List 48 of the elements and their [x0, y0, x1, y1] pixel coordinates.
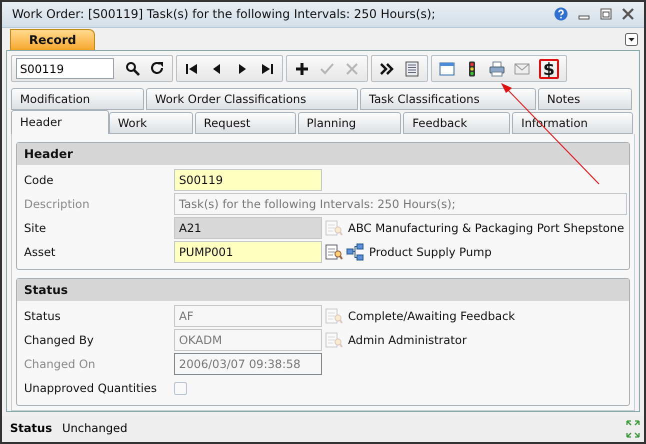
tab[interactable]: Planning: [298, 112, 402, 134]
tab[interactable]: Notes: [538, 88, 632, 110]
status-label: Status: [10, 420, 52, 438]
tab[interactable]: Header: [11, 110, 109, 134]
field-description: Complete/Awaiting Feedback: [348, 308, 516, 324]
section-title: Header: [24, 146, 73, 164]
field-label: Asset: [24, 244, 56, 260]
field-label: Status: [24, 308, 62, 324]
envelope-icon[interactable]: [514, 60, 530, 77]
plus-icon[interactable]: [294, 60, 310, 77]
tab[interactable]: Feedback: [403, 112, 510, 134]
checkbox[interactable]: [174, 382, 187, 395]
field-description: Admin Administrator: [348, 332, 467, 348]
tab[interactable]: Request: [194, 112, 296, 134]
input-field[interactable]: A21: [174, 217, 322, 240]
field-label: Unapproved Quantities: [24, 380, 158, 396]
field-description: ABC Manufacturing & Packaging Port Shepstone: [348, 220, 624, 236]
section-title: Status: [24, 282, 68, 300]
input-field[interactable]: PUMP001: [174, 241, 322, 264]
restore-icon[interactable]: [600, 8, 612, 20]
record-tab[interactable]: Record: [10, 29, 96, 50]
tab[interactable]: Work Order Classifications: [146, 88, 358, 110]
dollar-icon[interactable]: $: [539, 58, 559, 79]
refresh-icon[interactable]: [150, 60, 166, 77]
field-label: Code: [24, 172, 54, 188]
input-field[interactable]: S00119: [174, 169, 322, 192]
field-label: Changed On: [24, 356, 96, 372]
tab[interactable]: Task Classifications: [360, 88, 536, 110]
tab[interactable]: Work: [108, 112, 193, 134]
field-label: Changed By: [24, 332, 95, 348]
field-label: Site: [24, 220, 48, 236]
resize-icon[interactable]: [626, 420, 640, 438]
list-icon[interactable]: [404, 60, 420, 77]
window-title: Work Order: [S00119] Task(s) for the following Intervals: 250 Hours(s);: [12, 6, 436, 24]
close-icon[interactable]: [622, 8, 634, 20]
window-icon[interactable]: [439, 60, 455, 77]
dropdown-icon[interactable]: [625, 32, 638, 46]
search-icon[interactable]: [125, 60, 141, 77]
field-description: Product Supply Pump: [369, 244, 492, 260]
help-icon[interactable]: [554, 7, 568, 22]
lookup-icon[interactable]: [325, 243, 343, 262]
tab[interactable]: Modification: [11, 88, 144, 110]
printer-icon[interactable]: [489, 60, 505, 77]
search-field[interactable]: S00119: [16, 58, 114, 80]
double-chevron-icon[interactable]: [379, 60, 395, 77]
field-label: Description: [24, 196, 90, 212]
status-value: Unchanged: [62, 420, 128, 438]
hierarchy-icon[interactable]: [346, 243, 364, 262]
